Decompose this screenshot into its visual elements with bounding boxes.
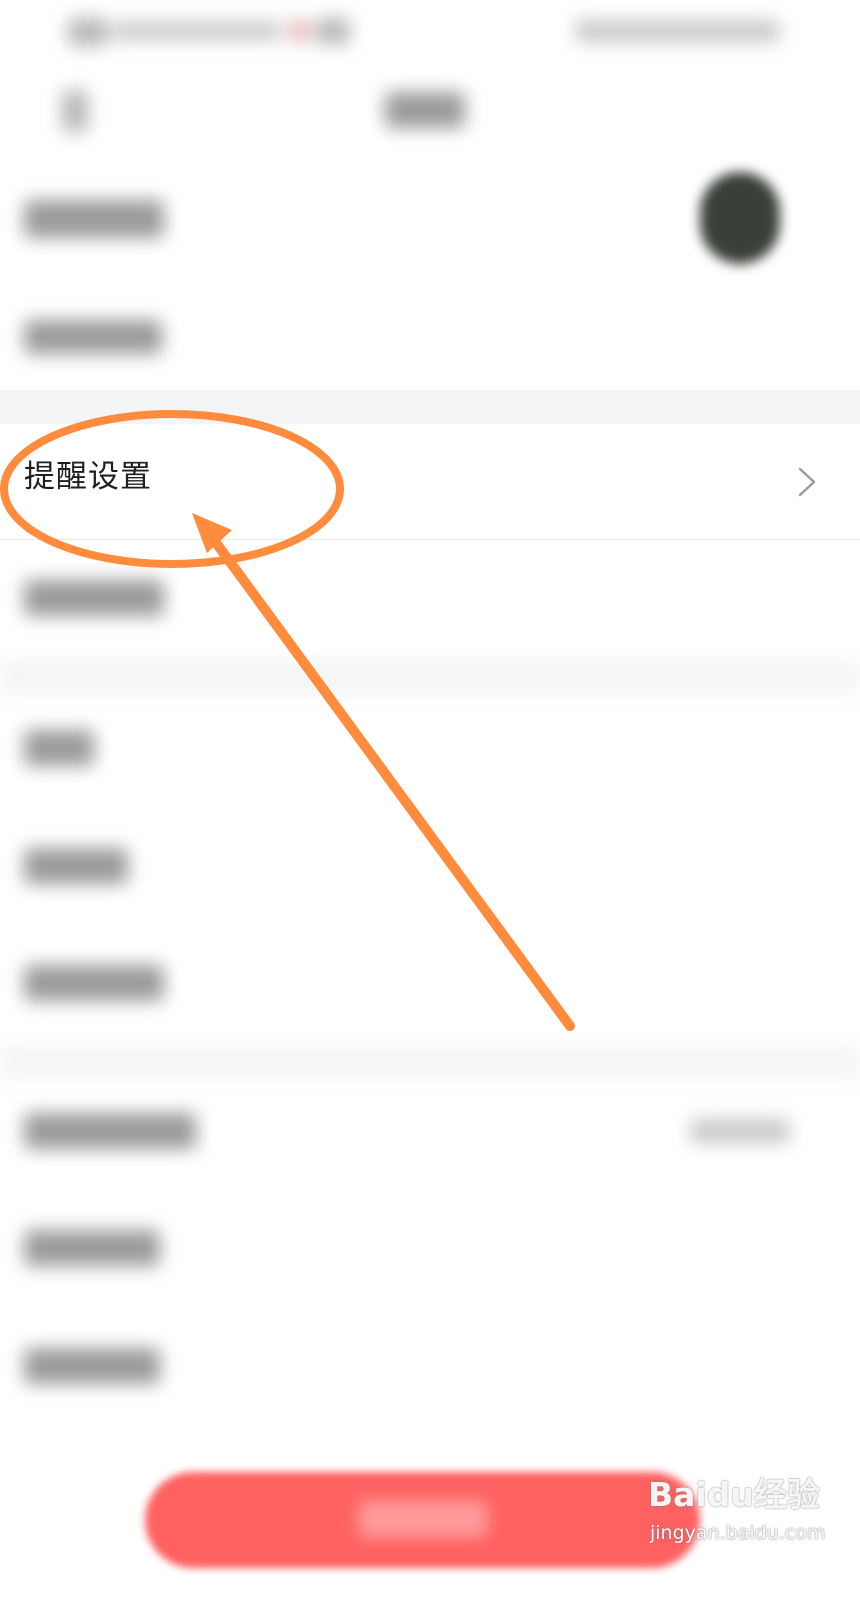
status-bar xyxy=(0,0,860,70)
avatar xyxy=(700,172,780,264)
list-item[interactable] xyxy=(0,925,860,1040)
watermark-brand: Baidu经验 xyxy=(648,1475,820,1514)
list-item[interactable] xyxy=(0,808,860,923)
list-item[interactable] xyxy=(0,1190,860,1305)
list-item[interactable] xyxy=(0,540,860,655)
logout-button-label xyxy=(358,1500,488,1538)
list-item[interactable] xyxy=(0,690,860,805)
list-item[interactable] xyxy=(0,1075,860,1190)
baidu-jingyan-watermark: Baidu经验 jingyan.baidu.com xyxy=(648,1478,848,1578)
list-item[interactable] xyxy=(0,1308,860,1423)
watermark-url: jingyan.baidu.com xyxy=(650,1522,826,1544)
nav-bar xyxy=(0,70,860,160)
profile-row[interactable] xyxy=(0,160,860,275)
chevron-right-icon xyxy=(798,467,816,497)
settings-screen: 提醒设置 Baidu经验 jingyan.baidu.com xyxy=(0,0,860,1600)
reminder-settings-label: 提醒设置 xyxy=(24,459,152,495)
page-title xyxy=(385,92,465,128)
account-row[interactable] xyxy=(0,280,860,390)
back-arrow-icon[interactable] xyxy=(62,90,88,132)
